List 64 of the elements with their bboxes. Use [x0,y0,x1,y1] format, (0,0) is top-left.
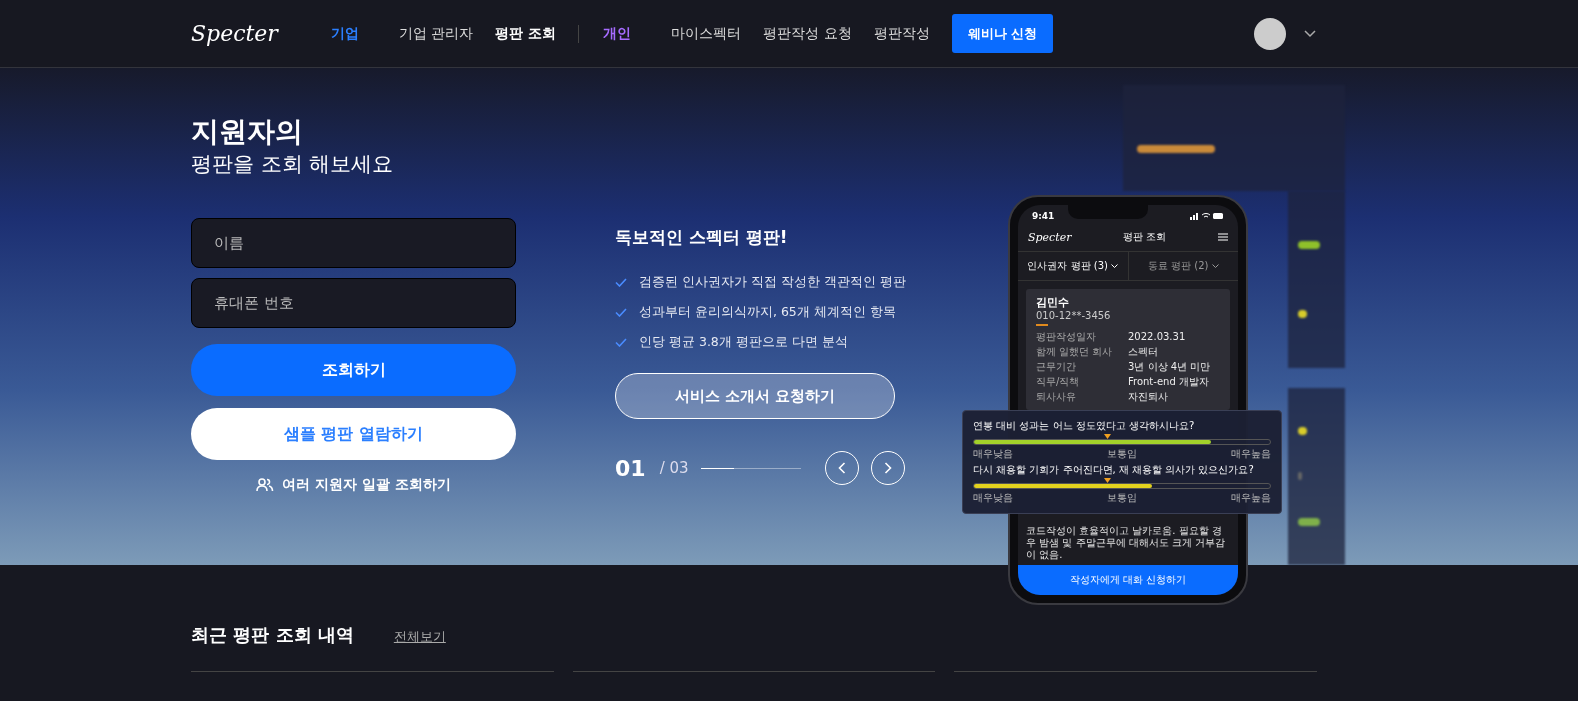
search-button[interactable]: 조회하기 [191,344,516,396]
rating-question: 다시 채용할 기회가 주어진다면, 재 채용할 의사가 있으신가요? [973,463,1255,477]
input-field[interactable]: 이름 [191,218,516,268]
nav-link[interactable]: 평판작성 [873,24,930,43]
chevron-right-icon [883,462,892,474]
nav-link[interactable]: 마이스펙터 [671,24,742,43]
nav-section-link[interactable]: 기업 [331,24,359,43]
info-value: 3년 이상 4년 미만 [1128,359,1211,374]
section-heading: 최근 평판 조회 내역 [191,623,354,647]
check-icon [615,277,627,287]
check-icon [615,307,627,317]
chevron-left-icon [837,462,846,474]
info-label: 근무기간 [1036,359,1077,374]
info-label: 직무/직책 [1036,374,1081,389]
app-title: 평판 조회 [1123,230,1167,244]
app-logo: Specter [1028,230,1072,244]
person-name: 김민수 [1036,295,1070,310]
feature-point: 검증된 인사권자가 직접 작성한 객관적인 평판 [639,273,906,291]
info-value: 자진퇴사 [1128,389,1168,404]
scale-label: 매우낮음 [973,447,1013,461]
hero-title: 지원자의 [191,114,304,150]
brochure-button[interactable]: 서비스 소개서 요청하기 [615,373,895,419]
info-label: 함께 일했던 회사 [1036,344,1114,359]
sample-button[interactable]: 샘플 평판 열람하기 [191,408,516,460]
info-value: Front-end 개발자 [1128,374,1209,389]
menu-icon[interactable] [1218,233,1228,241]
signal-battery-icon [1190,212,1224,220]
nav-section-link[interactable]: 개인 [603,24,632,43]
view-all-link[interactable]: 전체보기 [393,628,446,646]
status-time: 9:41 [1032,211,1055,221]
person-phone: 010-12**-3456 [1036,310,1112,321]
scale-label: 보통임 [1107,491,1137,505]
nav-link[interactable]: 평판작성 요청 [763,24,852,43]
info-label: 평판작성일자 [1036,329,1097,344]
avatar[interactable] [1254,17,1286,50]
review-tab[interactable]: 동료 평판 (2) [1128,252,1238,280]
page-number: 01 [615,455,646,481]
webinar-button[interactable]: 웨비나 신청 [951,14,1054,53]
feature-heading: 독보적인 스펙터 평판! [615,226,789,249]
input-field[interactable]: 휴대폰 번호 [191,278,516,328]
nav-link[interactable]: 평판 조회 [495,24,557,43]
check-icon [615,337,627,347]
chevron-down-icon [1111,263,1118,269]
review-tab[interactable]: 인사권자 평판 (3) [1018,252,1129,280]
logo[interactable]: Specter [191,21,331,46]
scale-label: 매우높음 [1231,447,1271,461]
info-value: 스펙터 [1128,344,1158,359]
chevron-down-icon [1211,263,1219,269]
rating-question: 연봉 대비 성과는 어느 정도였다고 생각하시나요? [973,419,1196,433]
chevron-down-icon[interactable] [1304,29,1316,38]
users-icon [256,478,275,492]
info-label: 퇴사사유 [1036,389,1077,404]
info-value: 2022.03.31 [1128,331,1186,342]
bulk-search-link[interactable]: 여러 지원자 일괄 조회하기 [282,476,451,494]
feature-point: 인당 평균 3.8개 평판으로 다면 분석 [639,333,848,351]
nav-link[interactable]: 기업 관리자 [399,24,474,43]
scale-label: 매우낮음 [973,491,1013,505]
review-comment: 코드작성이 효율적이고 날카로움. 필요할 경우 밤샘 및 주말근무에 대해서도 크게 거부감이 없음. [1026,525,1227,561]
scale-label: 보통임 [1107,447,1137,461]
chat-request-button[interactable]: 작성자에게 대화 신청하기 [1018,565,1238,595]
scale-label: 매우높음 [1231,491,1271,505]
hero-subtitle: 평판을 조회 해보세요 [191,151,395,178]
page-total: / 03 [659,459,689,477]
feature-point: 성과부터 윤리의식까지, 65개 체계적인 항목 [639,303,896,321]
